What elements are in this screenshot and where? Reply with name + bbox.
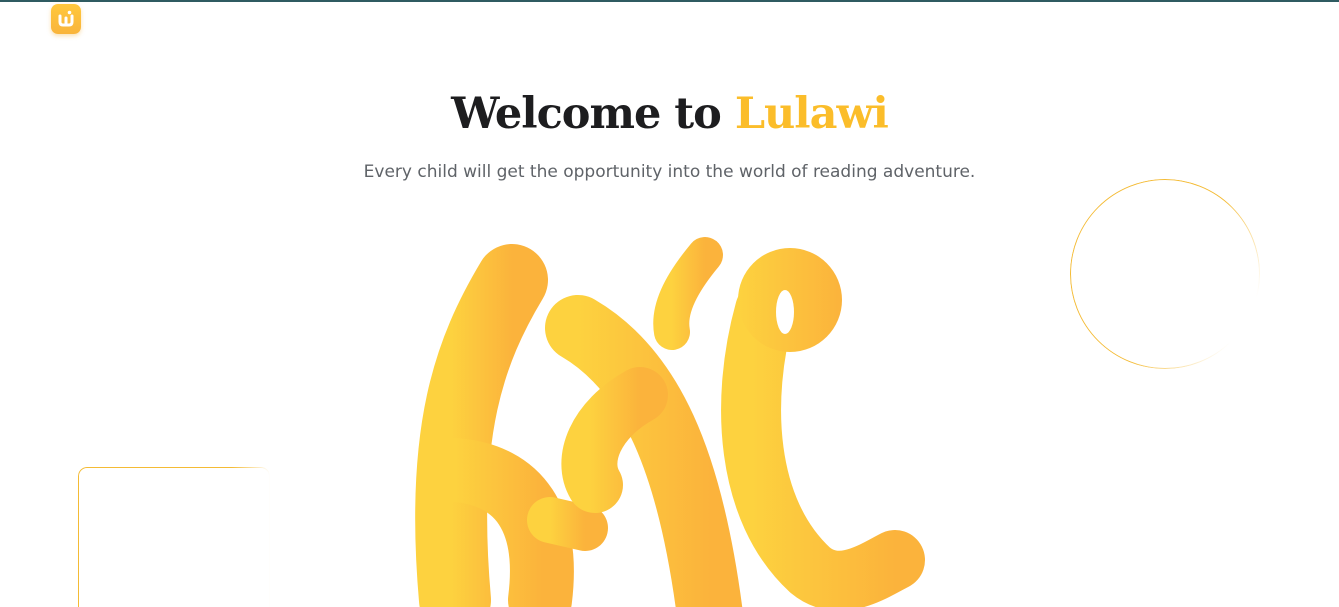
landing-page: Welcome to Lulawi Every child will get t… bbox=[0, 0, 1339, 607]
top-border bbox=[0, 0, 1339, 2]
hero-title: Welcome to Lulawi bbox=[0, 89, 1339, 141]
hero-title-prefix: Welcome to bbox=[451, 89, 735, 139]
glyph-3-loop-hole bbox=[776, 290, 794, 334]
amharic-lettering-illustration bbox=[400, 220, 940, 607]
hero-title-brand: Lulawi bbox=[734, 89, 889, 139]
decorative-frame bbox=[78, 467, 270, 607]
glyph-2-tick bbox=[653, 237, 723, 350]
lulawi-logo-icon[interactable] bbox=[51, 4, 81, 34]
logo-mark-icon bbox=[58, 10, 74, 27]
hero-subtitle: Every child will get the opportunity int… bbox=[363, 162, 976, 182]
glyph-1-tail bbox=[527, 497, 608, 551]
decorative-circle bbox=[1070, 179, 1260, 369]
lettering-svg bbox=[415, 237, 925, 607]
glyph-3-stem bbox=[721, 280, 925, 607]
